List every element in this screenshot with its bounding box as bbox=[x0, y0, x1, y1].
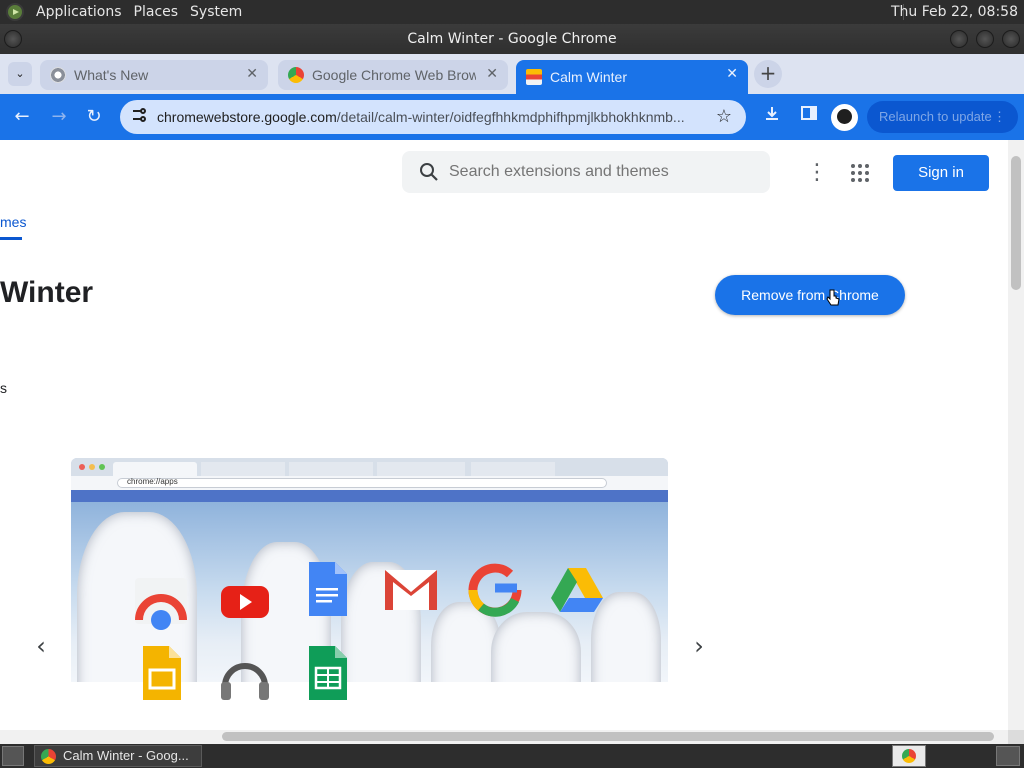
profile-icon[interactable] bbox=[831, 104, 858, 131]
top-panel: Applications Places System Thu Feb 22, 0… bbox=[0, 0, 1024, 24]
kebab-menu-icon: ⋮ bbox=[993, 109, 1006, 124]
tab-chrome-web-browser[interactable]: Google Chrome Web Browser ✕ bbox=[278, 60, 508, 90]
taskbar-window-item[interactable]: Calm Winter - Goog... bbox=[34, 745, 202, 767]
close-tab-icon[interactable]: ✕ bbox=[246, 66, 258, 82]
minimize-icon[interactable] bbox=[950, 30, 968, 48]
preview-addressbar: chrome://apps bbox=[71, 476, 668, 490]
show-desktop-icon[interactable] bbox=[2, 746, 24, 766]
tab-calm-winter[interactable]: Calm Winter ✕ bbox=[516, 60, 748, 94]
menu-applications[interactable]: Applications bbox=[30, 0, 128, 24]
horizontal-scroll-thumb[interactable] bbox=[222, 732, 994, 741]
menu-places[interactable]: Places bbox=[128, 0, 185, 24]
tab-title: Google Chrome Web Browser bbox=[312, 67, 476, 83]
search-input[interactable] bbox=[449, 151, 759, 193]
forward-icon[interactable]: → bbox=[46, 104, 72, 130]
web-store-icon bbox=[526, 69, 542, 85]
url-path: /detail/calm-winter/oidfegfhhkmdphifhpmj… bbox=[336, 109, 685, 125]
url-text[interactable]: chromewebstore.google.com/detail/calm-wi… bbox=[157, 100, 707, 134]
window-titlebar[interactable]: Calm Winter - Google Chrome bbox=[0, 24, 1024, 54]
preview-bookmarks-bar bbox=[71, 490, 668, 502]
google-sheets-app-icon bbox=[301, 644, 357, 700]
window-title: Calm Winter - Google Chrome bbox=[407, 31, 617, 47]
carousel-prev-icon[interactable]: ‹ bbox=[30, 632, 52, 660]
close-window-icon[interactable] bbox=[1002, 30, 1020, 48]
close-tab-icon[interactable]: ✕ bbox=[726, 66, 738, 82]
youtube-app-icon bbox=[217, 574, 273, 630]
window-menu-icon[interactable] bbox=[4, 30, 22, 48]
google-drive-app-icon bbox=[549, 564, 605, 620]
back-icon[interactable]: ← bbox=[9, 104, 35, 130]
new-tab-button[interactable]: + bbox=[754, 60, 782, 88]
item-title: Winter bbox=[0, 276, 94, 309]
scroll-corner bbox=[1008, 730, 1024, 744]
preview-address: chrome://apps bbox=[127, 477, 178, 486]
tab-title: Calm Winter bbox=[550, 69, 628, 85]
item-meta-text: s bbox=[0, 380, 7, 396]
remove-from-chrome-button[interactable]: Remove from Chrome bbox=[715, 275, 905, 315]
hand-cursor-icon bbox=[826, 289, 840, 307]
gmail-app-icon bbox=[383, 566, 439, 622]
clock[interactable]: Thu Feb 22, 08:58 bbox=[891, 0, 1018, 24]
preview-tabstrip bbox=[71, 458, 668, 476]
close-tab-icon[interactable]: ✕ bbox=[486, 66, 498, 82]
bookmark-star-icon[interactable]: ☆ bbox=[712, 104, 736, 130]
tab-search-icon[interactable]: ⌄ bbox=[8, 62, 32, 86]
gnome-foot-icon[interactable] bbox=[6, 3, 24, 21]
google-slides-app-icon bbox=[135, 644, 191, 700]
relaunch-label: Relaunch to update bbox=[879, 109, 992, 124]
download-icon[interactable] bbox=[759, 104, 785, 130]
more-options-icon[interactable]: ⋮ bbox=[806, 160, 828, 186]
relaunch-button[interactable]: Relaunch to update ⋮ bbox=[867, 101, 1018, 133]
maximize-icon[interactable] bbox=[976, 30, 994, 48]
site-info-icon[interactable] bbox=[128, 106, 150, 128]
web-store-app-icon bbox=[133, 574, 189, 630]
workspace-switcher[interactable] bbox=[996, 746, 1020, 766]
tray-chrome-icon[interactable] bbox=[892, 745, 926, 767]
tab-title: What's New bbox=[74, 67, 149, 83]
google-apps-icon[interactable] bbox=[850, 163, 870, 183]
vertical-scroll-thumb[interactable] bbox=[1011, 156, 1021, 290]
reload-icon[interactable]: ↻ bbox=[81, 104, 107, 130]
search-icon bbox=[418, 161, 440, 183]
google-chrome-icon bbox=[288, 67, 304, 83]
taskbar-window-label: Calm Winter - Goog... bbox=[63, 748, 189, 763]
nav-tab-themes[interactable]: mes bbox=[0, 214, 26, 236]
google-search-app-icon bbox=[467, 562, 523, 618]
carousel-next-icon[interactable]: › bbox=[688, 632, 710, 660]
menu-system[interactable]: System bbox=[184, 0, 248, 24]
store-search-box[interactable] bbox=[402, 151, 770, 193]
chrome-taskbar-icon bbox=[41, 749, 56, 764]
theme-preview-image: chrome://apps bbox=[71, 458, 668, 730]
tab-whats-new[interactable]: What's New ✕ bbox=[40, 60, 268, 90]
chrome-icon bbox=[50, 67, 66, 83]
sign-in-button[interactable]: Sign in bbox=[893, 155, 989, 191]
google-docs-app-icon bbox=[299, 560, 355, 616]
play-music-app-icon bbox=[217, 650, 273, 706]
preview-snow-scene bbox=[71, 502, 668, 730]
url-host: chromewebstore.google.com bbox=[157, 109, 337, 125]
nav-tab-underline bbox=[0, 237, 22, 240]
side-panel-icon[interactable] bbox=[796, 104, 822, 130]
